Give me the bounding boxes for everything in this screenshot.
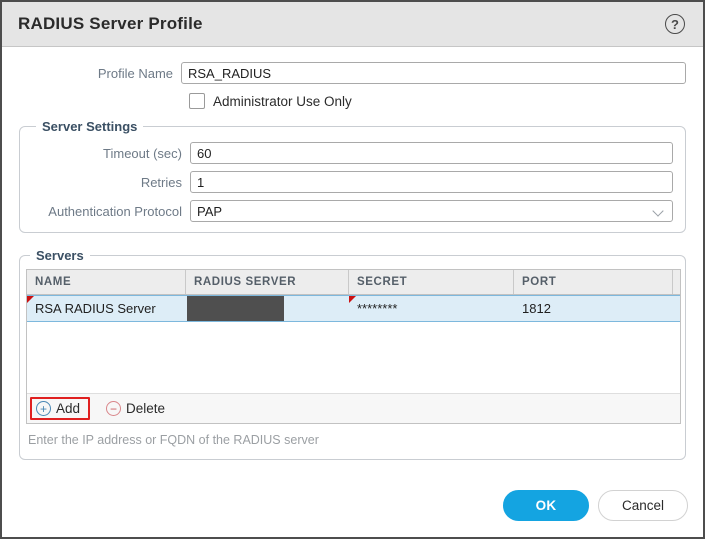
cell-radius-server[interactable] bbox=[186, 296, 349, 321]
column-header-radius-server[interactable]: RADIUS SERVER bbox=[186, 270, 349, 294]
retries-label: Retries bbox=[32, 175, 190, 190]
timeout-label: Timeout (sec) bbox=[32, 146, 190, 161]
administrator-use-only-label: Administrator Use Only bbox=[213, 94, 352, 109]
table-row-rsa-radius-server[interactable]: RSA RADIUS Server ******** 1812 bbox=[27, 295, 680, 322]
radius-server-hint-text: Enter the IP address or FQDN of the RADI… bbox=[28, 433, 681, 447]
server-settings-fieldset: Server Settings Timeout (sec) Retries Au… bbox=[19, 119, 686, 233]
dialog-footer: OK Cancel bbox=[503, 490, 688, 521]
redaction-box bbox=[187, 296, 284, 321]
cell-name[interactable]: RSA RADIUS Server bbox=[27, 296, 186, 321]
profile-name-row: Profile Name bbox=[19, 62, 686, 84]
servers-legend: Servers bbox=[30, 248, 90, 263]
profile-name-label: Profile Name bbox=[19, 66, 181, 81]
add-button[interactable]: + Add bbox=[30, 397, 90, 420]
add-icon: + bbox=[36, 401, 51, 416]
delete-button-label: Delete bbox=[126, 401, 165, 416]
table-toolbar: + Add − Delete bbox=[27, 393, 680, 423]
column-header-name[interactable]: NAME bbox=[27, 270, 186, 294]
retries-row: Retries bbox=[32, 171, 673, 193]
timeout-row: Timeout (sec) bbox=[32, 142, 673, 164]
timeout-input[interactable] bbox=[190, 142, 673, 164]
add-button-label: Add bbox=[56, 401, 80, 416]
retries-input[interactable] bbox=[190, 171, 673, 193]
auth-protocol-row: Authentication Protocol bbox=[32, 200, 673, 222]
cancel-button[interactable]: Cancel bbox=[598, 490, 688, 521]
admin-only-row: Administrator Use Only bbox=[189, 93, 686, 109]
table-empty-area bbox=[27, 322, 680, 393]
radius-server-profile-dialog: RADIUS Server Profile ? Profile Name Adm… bbox=[0, 0, 705, 539]
auth-protocol-value[interactable] bbox=[190, 200, 673, 222]
dialog-titlebar: RADIUS Server Profile ? bbox=[2, 2, 703, 47]
auth-protocol-dropdown[interactable] bbox=[190, 200, 673, 222]
servers-fieldset: Servers NAME RADIUS SERVER SECRET PORT R… bbox=[19, 248, 686, 460]
cell-secret[interactable]: ******** bbox=[349, 296, 514, 321]
servers-table-header: NAME RADIUS SERVER SECRET PORT bbox=[27, 270, 680, 295]
servers-table: NAME RADIUS SERVER SECRET PORT RSA RADIU… bbox=[26, 269, 681, 424]
help-icon[interactable]: ? bbox=[665, 14, 685, 34]
profile-name-input[interactable] bbox=[181, 62, 686, 84]
ok-button[interactable]: OK bbox=[503, 490, 589, 521]
dialog-title: RADIUS Server Profile bbox=[18, 14, 203, 34]
column-header-port[interactable]: PORT bbox=[514, 270, 673, 294]
auth-protocol-label: Authentication Protocol bbox=[32, 204, 190, 219]
delete-icon: − bbox=[106, 401, 121, 416]
modified-corner-icon bbox=[349, 296, 356, 303]
server-settings-legend: Server Settings bbox=[36, 119, 143, 134]
scrollbar-gutter bbox=[673, 270, 680, 294]
modified-corner-icon bbox=[27, 296, 34, 303]
column-header-secret[interactable]: SECRET bbox=[349, 270, 514, 294]
delete-button[interactable]: − Delete bbox=[100, 399, 171, 418]
cell-port[interactable]: 1812 bbox=[514, 296, 680, 321]
administrator-use-only-checkbox[interactable] bbox=[189, 93, 205, 109]
dialog-body: Profile Name Administrator Use Only Serv… bbox=[2, 47, 703, 460]
